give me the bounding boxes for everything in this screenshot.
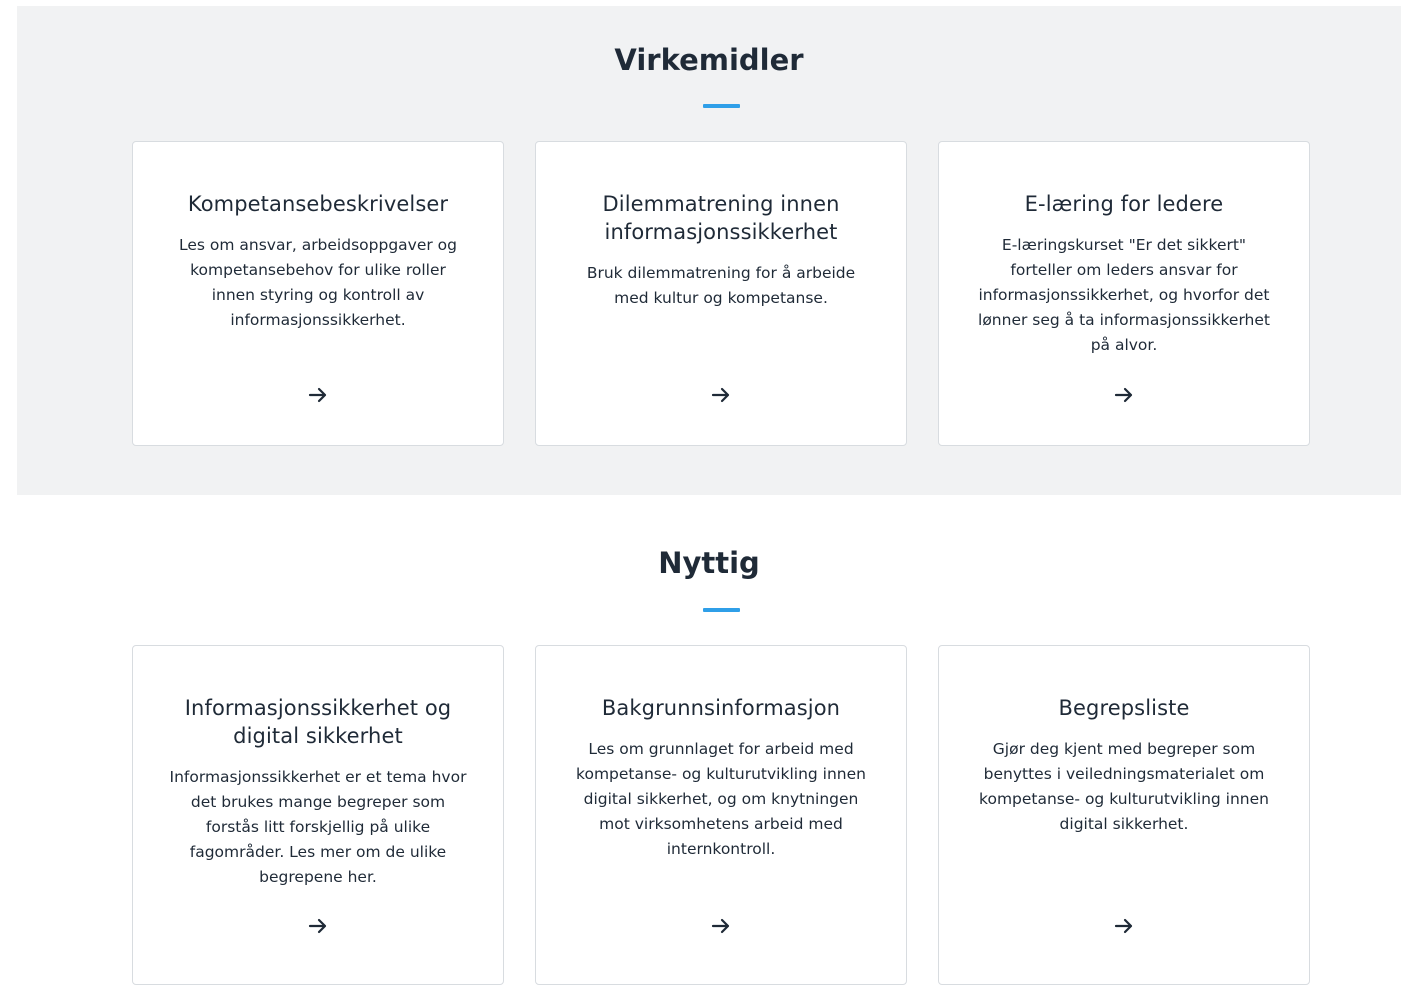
card-title: Informasjonssikkerhet og digital sikkerh…	[184, 696, 452, 748]
card-description: Les om grunnlaget for arbeid med kompeta…	[576, 740, 866, 858]
section-virkemidler: Virkemidler Kompetansebeskrivelser Les o…	[17, 6, 1401, 495]
arrow-right-icon[interactable]	[1112, 914, 1136, 938]
card-title: Bakgrunnsinformasjon	[601, 696, 841, 720]
section-title: Nyttig	[658, 546, 760, 580]
card-description: Informasjonssikkerhet er et tema hvor de…	[169, 768, 467, 886]
card-informasjonssikkerhet[interactable]: Informasjonssikkerhet og digital sikkerh…	[132, 645, 504, 985]
card-description: Gjør deg kjent med begreper som benyttes…	[979, 740, 1269, 833]
card-title: Dilemmatrening innen informasjonssikkerh…	[602, 192, 840, 244]
arrow-right-icon[interactable]	[709, 914, 733, 938]
section-nyttig: Nyttig Informasjonssikkerhet og digital …	[17, 495, 1401, 985]
card-kompetansebeskrivelser[interactable]: Kompetansebeskrivelser Les om ansvar, ar…	[132, 141, 504, 446]
arrow-right-icon[interactable]	[306, 914, 330, 938]
section-title-underline	[703, 104, 740, 108]
arrow-right-icon[interactable]	[306, 383, 330, 407]
card-title: Kompetansebeskrivelser	[187, 192, 449, 216]
card-e-laering-for-ledere[interactable]: E-læring for ledere E-læringskurset "Er …	[938, 141, 1310, 446]
card-title: Begrepsliste	[1058, 696, 1190, 720]
card-description: Bruk dilemmatrening for å arbeide med ku…	[586, 264, 856, 307]
card-title: E-læring for ledere	[1024, 192, 1224, 216]
arrow-right-icon[interactable]	[709, 383, 733, 407]
card-bakgrunnsinformasjon[interactable]: Bakgrunnsinformasjon Les om grunnlaget f…	[535, 645, 907, 985]
card-begrepsliste[interactable]: Begrepsliste Gjør deg kjent med begreper…	[938, 645, 1310, 985]
section-title: Virkemidler	[614, 43, 804, 77]
card-description: Les om ansvar, arbeidsoppgaver og kompet…	[178, 236, 457, 329]
section-title-underline	[703, 608, 740, 612]
arrow-right-icon[interactable]	[1112, 383, 1136, 407]
card-description: E-læringskurset "Er det sikkert" fortell…	[978, 236, 1270, 354]
card-dilemmatrening[interactable]: Dilemmatrening innen informasjonssikkerh…	[535, 141, 907, 446]
